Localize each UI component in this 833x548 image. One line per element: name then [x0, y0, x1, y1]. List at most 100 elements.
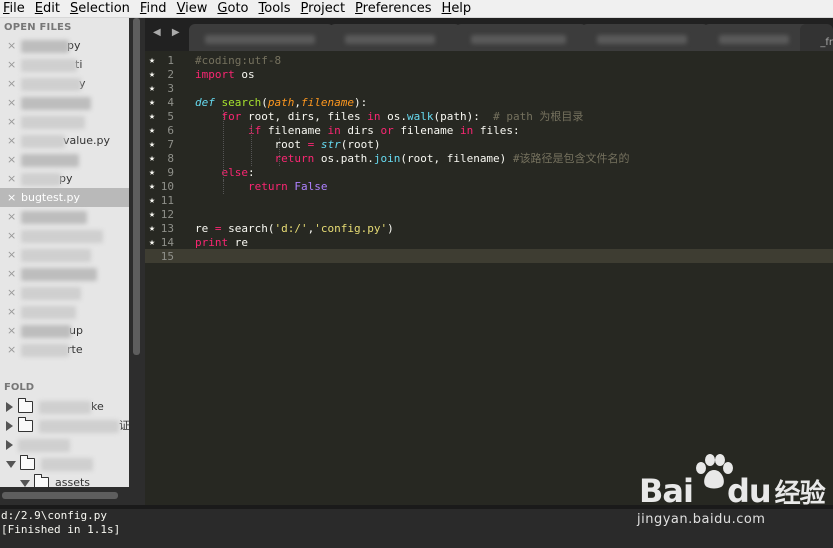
code-line[interactable]: if filename in dirs or filename in files…	[195, 124, 520, 138]
tab-file[interactable]	[703, 24, 813, 51]
open-file-item[interactable]: ×	[0, 207, 129, 226]
code-line[interactable]: return False	[195, 180, 328, 194]
close-file-icon[interactable]: ×	[7, 36, 21, 55]
expand-arrow-icon[interactable]	[6, 460, 16, 468]
open-file-item[interactable]: × bugtest.py	[0, 188, 129, 207]
menu-help[interactable]: Help	[439, 0, 479, 17]
close-file-icon[interactable]: ×	[7, 188, 21, 207]
bookmark-star-icon: ★	[149, 209, 156, 220]
code-line[interactable]: else:	[195, 166, 255, 180]
redacted-filename	[21, 248, 91, 262]
tab-file-last[interactable]: _fr	[800, 24, 833, 51]
tab-file[interactable]	[455, 24, 587, 51]
tab-file[interactable]	[581, 24, 709, 51]
close-file-icon[interactable]: ×	[7, 207, 21, 226]
folder-item[interactable]	[6, 436, 70, 454]
close-file-icon[interactable]: ×	[7, 302, 21, 321]
menu-find[interactable]: Find	[137, 0, 174, 17]
menu-view[interactable]: View	[174, 0, 215, 17]
expand-arrow-icon[interactable]	[6, 440, 13, 450]
menu-goto[interactable]: Goto	[214, 0, 255, 17]
menu-edit[interactable]: Edit	[32, 0, 67, 17]
redacted-filename	[21, 172, 61, 186]
close-file-icon[interactable]: ×	[7, 55, 21, 74]
menu-selection[interactable]: Selection	[67, 0, 137, 17]
close-file-icon[interactable]: ×	[7, 112, 21, 131]
tab-file[interactable]	[189, 24, 334, 51]
tab-bar: ◀ ▶ _fr	[145, 18, 833, 51]
redacted-foldername	[18, 438, 70, 452]
line-number: 1	[167, 54, 174, 67]
close-file-icon[interactable]: ×	[7, 74, 21, 93]
code-token: #该路径是包含文件名的	[512, 152, 630, 165]
close-file-icon[interactable]: ×	[7, 321, 21, 340]
gutter-line: ★ 1	[145, 54, 190, 68]
code-token: # path 为根目录	[493, 110, 584, 123]
bookmark-star-icon: ★	[149, 69, 156, 80]
menu-tools[interactable]: Tools	[256, 0, 298, 17]
open-file-item[interactable]: × rte	[0, 340, 129, 359]
open-file-item[interactable]: ×	[0, 112, 129, 131]
code-line[interactable]: print re	[195, 236, 248, 250]
tab-nav-arrows-icon[interactable]: ◀ ▶	[153, 27, 184, 38]
code-line[interactable]: re = search('d:/','config.py')	[195, 222, 394, 236]
code-line[interactable]: def search(path,filename):	[195, 96, 367, 110]
open-file-item[interactable]: × ti	[0, 55, 129, 74]
folder-item[interactable]	[6, 455, 93, 473]
code-line[interactable]: for root, dirs, files in os.walk(path): …	[195, 110, 584, 124]
open-file-item[interactable]: × py	[0, 169, 129, 188]
line-number: 4	[167, 96, 174, 109]
open-file-item[interactable]: ×	[0, 264, 129, 283]
close-file-icon[interactable]: ×	[7, 340, 21, 359]
gutter-line: ★ 4	[145, 96, 190, 110]
code-token: os	[234, 68, 255, 81]
open-file-item[interactable]: ×	[0, 245, 129, 264]
sidebar-horizontal-scroll-thumb[interactable]	[2, 492, 118, 499]
close-file-icon[interactable]: ×	[7, 245, 21, 264]
code-token: files:	[473, 124, 520, 137]
bookmark-star-icon: ★	[149, 167, 156, 178]
close-file-icon[interactable]: ×	[7, 169, 21, 188]
open-file-item[interactable]: ×	[0, 226, 129, 245]
close-file-icon[interactable]: ×	[7, 93, 21, 112]
open-file-item[interactable]: × y	[0, 74, 129, 93]
open-file-item[interactable]: ×	[0, 93, 129, 112]
bookmark-star-icon: ★	[149, 111, 156, 122]
menu-project[interactable]: Project	[298, 0, 353, 17]
menu-preferences[interactable]: Preferences	[352, 0, 438, 17]
open-file-name: rte	[67, 343, 83, 356]
open-file-item[interactable]: ×	[0, 150, 129, 169]
open-file-item[interactable]: × value.py	[0, 131, 129, 150]
folder-item-assets[interactable]: assets	[20, 474, 90, 487]
tab-file[interactable]	[329, 24, 461, 51]
expand-arrow-icon[interactable]	[6, 421, 13, 431]
folder-item[interactable]: 证	[6, 417, 129, 435]
close-file-icon[interactable]: ×	[7, 226, 21, 245]
bookmark-star-icon: ★	[149, 125, 156, 136]
bookmark-star-icon: ★	[149, 181, 156, 192]
open-file-item[interactable]: ×	[0, 302, 129, 321]
code-line[interactable]: return os.path.join(root, filename) #该路径…	[195, 152, 630, 166]
code-line[interactable]: #coding:utf-8	[195, 54, 281, 68]
close-file-icon[interactable]: ×	[7, 150, 21, 169]
redacted-filename	[21, 210, 87, 224]
code-token: os.path.	[314, 152, 374, 165]
open-file-item[interactable]: × py	[0, 36, 129, 55]
folder-item[interactable]: ke	[6, 398, 104, 416]
open-file-item[interactable]: × up	[0, 321, 129, 340]
expand-arrow-icon[interactable]	[6, 402, 13, 412]
bookmark-star-icon: ★	[149, 195, 156, 206]
open-file-item[interactable]: ×	[0, 283, 129, 302]
code-editor[interactable]: ★ 1 ★ 2 ★ 3 ★ 4 ★ 5 ★ 6 ★ 7 ★ 8 ★ 9 ★ 10 ★ 11 ★ 12 ★ 13 ★ 14 15 #cod…	[145, 51, 833, 505]
menu-mnemonic: G	[217, 1, 228, 16]
expand-arrow-icon[interactable]	[20, 479, 30, 487]
menu-file[interactable]: File	[0, 0, 32, 17]
close-file-icon[interactable]: ×	[7, 264, 21, 283]
code-line[interactable]: import os	[195, 68, 255, 82]
gutter-line: ★ 7	[145, 138, 190, 152]
sidebar-horizontal-scrollbar[interactable]	[0, 487, 129, 505]
close-file-icon[interactable]: ×	[7, 131, 21, 150]
sidebar-scrollbar[interactable]	[133, 18, 140, 355]
close-file-icon[interactable]: ×	[7, 283, 21, 302]
